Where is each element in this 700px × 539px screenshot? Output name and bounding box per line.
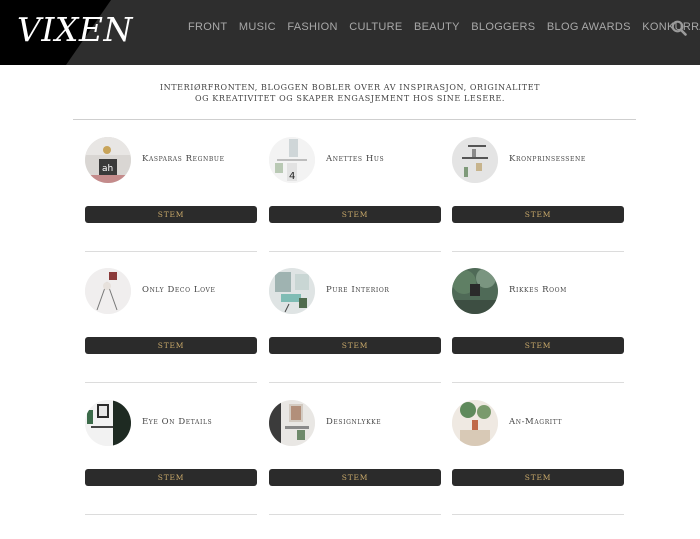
vote-button[interactable]: STEM — [269, 469, 441, 486]
blog-name[interactable]: Designlykke — [326, 417, 381, 427]
blog-avatar[interactable]: 4 — [269, 137, 315, 183]
nav-item-bloggers[interactable]: BLOGGERS — [471, 21, 535, 33]
vote-button[interactable]: STEM — [85, 206, 257, 223]
blog-card: Designlykke STEM — [269, 400, 441, 525]
vote-button[interactable]: STEM — [269, 206, 441, 223]
card-divider — [452, 514, 624, 515]
nav-item-blog-awards[interactable]: BLOG AWARDS — [547, 21, 631, 33]
blog-avatar[interactable] — [85, 400, 131, 446]
vote-button[interactable]: STEM — [85, 469, 257, 486]
card-divider — [85, 382, 257, 383]
blog-avatar[interactable] — [452, 137, 498, 183]
site-header: VIXEN FRONT MUSIC FASHION CULTURE BEAUTY… — [0, 0, 700, 65]
blog-card: 4 Anettes Hus STEM — [269, 137, 441, 262]
vote-button[interactable]: STEM — [269, 337, 441, 354]
blog-avatar[interactable] — [85, 268, 131, 314]
blog-card: An-Magritt STEM — [452, 400, 624, 525]
blog-avatar[interactable] — [452, 268, 498, 314]
blog-avatar[interactable] — [452, 400, 498, 446]
intro-divider — [73, 119, 636, 120]
blog-name[interactable]: Kasparas Regnbue — [142, 154, 225, 164]
blog-name[interactable]: Anettes Hus — [326, 154, 384, 164]
card-divider — [85, 514, 257, 515]
blog-card: Eye On Details STEM — [85, 400, 257, 525]
blog-name[interactable]: Only Deco Love — [142, 285, 215, 295]
card-divider — [269, 514, 441, 515]
vote-button[interactable]: STEM — [452, 469, 624, 486]
blog-avatar[interactable] — [269, 400, 315, 446]
svg-text:ah: ah — [102, 164, 113, 174]
nav-item-beauty[interactable]: BEAUTY — [414, 21, 460, 33]
site-logo[interactable]: VIXEN — [17, 10, 133, 49]
card-divider — [85, 251, 257, 252]
blog-card: Only Deco Love STEM — [85, 268, 257, 393]
nav-item-fashion[interactable]: FASHION — [287, 21, 337, 33]
nav-item-culture[interactable]: CULTURE — [349, 21, 402, 33]
category-intro: INTERIØRFRONTEN, BLOGGEN BOBLER OVER AV … — [0, 82, 700, 104]
blog-name[interactable]: Pure Interior — [326, 285, 390, 295]
main-nav: FRONT MUSIC FASHION CULTURE BEAUTY BLOGG… — [188, 21, 700, 33]
card-divider — [452, 382, 624, 383]
search-icon[interactable] — [671, 20, 687, 36]
vote-button[interactable]: STEM — [452, 337, 624, 354]
blog-name[interactable]: An-Magritt — [509, 417, 562, 427]
nav-item-front[interactable]: FRONT — [188, 21, 227, 33]
blog-name[interactable]: Kronprinsessene — [509, 154, 586, 164]
intro-line-1: INTERIØRFRONTEN, BLOGGEN BOBLER OVER AV … — [159, 83, 541, 92]
blog-card: Pure Interior STEM — [269, 268, 441, 393]
blog-card: Kronprinsessene STEM — [452, 137, 624, 262]
intro-line-2: OG KREATIVITET OG SKAPER ENGASJEMENT HOS… — [194, 94, 506, 103]
blog-card: ah Kasparas Regnbue STEM — [85, 137, 257, 262]
blog-card: Rikkes Room STEM — [452, 268, 624, 393]
blog-avatar[interactable] — [269, 268, 315, 314]
card-divider — [269, 382, 441, 383]
vote-button[interactable]: STEM — [452, 206, 624, 223]
svg-text:4: 4 — [289, 171, 295, 182]
vote-button[interactable]: STEM — [85, 337, 257, 354]
blog-name[interactable]: Eye On Details — [142, 417, 212, 427]
blog-name[interactable]: Rikkes Room — [509, 285, 567, 295]
card-divider — [452, 251, 624, 252]
card-divider — [269, 251, 441, 252]
nav-item-music[interactable]: MUSIC — [239, 21, 276, 33]
blog-avatar[interactable]: ah — [85, 137, 131, 183]
